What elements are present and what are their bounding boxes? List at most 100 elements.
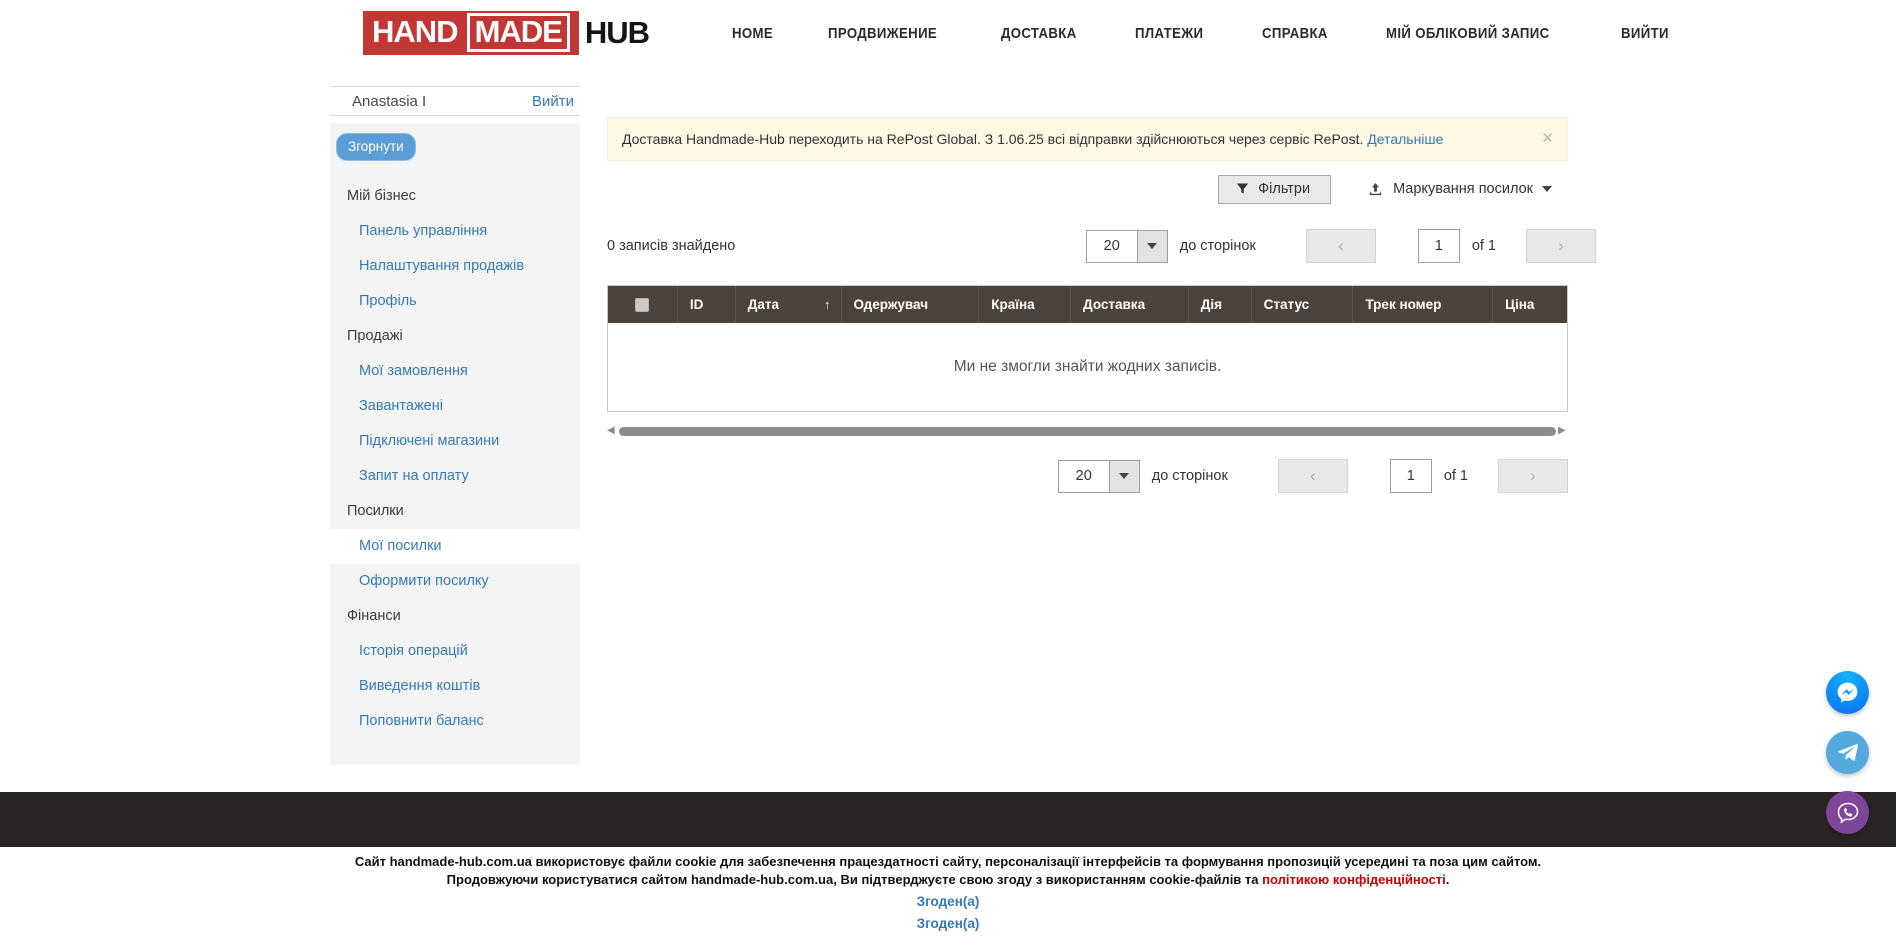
column-header-recipient[interactable]: Одержувач	[842, 286, 980, 323]
agree-link-1[interactable]: Згоден(а)	[0, 892, 1896, 911]
banner-details-link[interactable]: Детальніше	[1367, 131, 1443, 147]
cookie-footer: Сайт handmade-hub.com.ua використовує фа…	[0, 853, 1896, 933]
section-sales: Продажі	[330, 319, 580, 354]
column-header-id[interactable]: ID	[678, 286, 736, 323]
viber-button[interactable]	[1826, 791, 1869, 834]
column-label: Одержувач	[854, 297, 929, 312]
column-label: Доставка	[1083, 297, 1145, 312]
sidebar-item-connected-stores[interactable]: Підключені магазини	[330, 424, 580, 459]
per-page-select[interactable]: 20	[1086, 230, 1168, 263]
banner-text: Доставка Handmade-Hub переходить на RePo…	[622, 131, 1367, 147]
per-page-label: до сторінок	[1152, 468, 1228, 484]
sort-asc-icon[interactable]: ↑	[824, 297, 831, 312]
sidebar-item-sales-settings[interactable]: Налаштування продажів	[330, 249, 580, 284]
agree-link-2[interactable]: Згоден(а)	[0, 914, 1896, 933]
sidebar: Anastasia I Вийти Згорнути Мій бізнес Па…	[330, 86, 580, 765]
per-page-label: до сторінок	[1180, 238, 1256, 254]
logo-hand: HAND	[372, 14, 458, 50]
close-icon[interactable]: ×	[1542, 128, 1553, 150]
column-header-price[interactable]: Ціна	[1493, 286, 1567, 323]
user-row: Anastasia I Вийти	[330, 86, 580, 116]
viber-icon	[1835, 800, 1861, 826]
horizontal-scrollbar: ◀ ▶	[607, 425, 1568, 437]
next-page-button[interactable]: ›	[1498, 459, 1568, 493]
page-number-input[interactable]	[1418, 229, 1460, 263]
sidebar-item-top-up-balance[interactable]: Поповнити баланс	[330, 704, 580, 739]
prev-page-button[interactable]: ‹	[1278, 459, 1348, 493]
select-arrow-button[interactable]	[1109, 461, 1139, 492]
nav-home[interactable]: HOME	[732, 25, 773, 42]
chevron-right-icon: ›	[1530, 466, 1536, 486]
sidebar-item-withdraw-funds[interactable]: Виведення коштів	[330, 669, 580, 704]
chevron-down-icon	[1147, 243, 1157, 249]
next-page-button[interactable]: ›	[1526, 229, 1596, 263]
sidebar-menu: Мій бізнес Панель управління Налаштуванн…	[330, 179, 580, 739]
telegram-button[interactable]	[1826, 731, 1869, 774]
column-header-track-number[interactable]: Трек номер	[1353, 286, 1493, 323]
marking-dropdown[interactable]: Маркування посилок	[1367, 181, 1552, 198]
parcels-table: ID Дата ↑ Одержувач Країна Доставка Дія …	[607, 285, 1568, 412]
chevron-left-icon: ‹	[1310, 466, 1316, 486]
chevron-left-icon: ‹	[1338, 236, 1344, 256]
scroll-right-icon[interactable]: ▶	[1558, 426, 1568, 436]
username: Anastasia I	[352, 93, 426, 110]
page-number-input[interactable]	[1390, 459, 1432, 493]
section-parcels: Посилки	[330, 494, 580, 529]
privacy-policy-link[interactable]: політикою конфіденційності	[1262, 872, 1446, 887]
filters-button-label: Фільтри	[1258, 181, 1310, 197]
sidebar-item-my-parcels[interactable]: Мої посилки	[330, 529, 580, 564]
nav-payments[interactable]: ПЛАТЕЖИ	[1135, 25, 1203, 42]
page: HAND MADE HUB HOME ПРОДВИЖЕНИЕ ДОСТАВКА …	[0, 0, 1896, 937]
sidebar-item-create-parcel[interactable]: Оформити посилку	[330, 564, 580, 599]
chevron-right-icon: ›	[1558, 236, 1564, 256]
scrollbar-track[interactable]	[619, 427, 1556, 436]
cookie-line2-period: .	[1446, 872, 1450, 887]
nav-logout[interactable]: ВИЙТИ	[1621, 25, 1669, 42]
select-all-checkbox[interactable]	[635, 298, 649, 312]
column-header-date[interactable]: Дата ↑	[736, 286, 842, 323]
column-header-delivery[interactable]: Доставка	[1071, 286, 1189, 323]
prev-page-button[interactable]: ‹	[1306, 229, 1376, 263]
filters-button[interactable]: Фільтри	[1218, 175, 1331, 204]
footer-dark-band	[0, 792, 1896, 847]
top-header: HAND MADE HUB HOME ПРОДВИЖЕНИЕ ДОСТАВКА …	[0, 0, 1896, 66]
logo-made: MADE	[467, 13, 570, 52]
chevron-down-icon	[1119, 473, 1129, 479]
column-header-status[interactable]: Статус	[1252, 286, 1354, 323]
page-of-label: of 1	[1472, 238, 1496, 254]
table-header-checkbox-cell	[608, 286, 678, 323]
nav-my-account[interactable]: МІЙ ОБЛІКОВИЙ ЗАПИС	[1386, 25, 1550, 42]
column-header-action[interactable]: Дія	[1189, 286, 1252, 323]
empty-table-message: Ми не змогли знайти жодних записів.	[954, 358, 1222, 376]
column-header-country[interactable]: Країна	[979, 286, 1071, 323]
sidebar-item-profile[interactable]: Профіль	[330, 284, 580, 319]
collapse-button[interactable]: Згорнути	[336, 133, 416, 161]
per-page-select[interactable]: 20	[1058, 460, 1140, 493]
column-label: Трек номер	[1365, 297, 1441, 312]
pagination-bottom: 20 до сторінок ‹ of 1 ›	[607, 459, 1568, 493]
nav-promotion[interactable]: ПРОДВИЖЕНИЕ	[828, 25, 937, 42]
scrollbar-thumb[interactable]	[619, 427, 1556, 436]
messenger-icon	[1835, 680, 1860, 705]
table-empty-body: Ми не змогли знайти жодних записів.	[608, 323, 1567, 411]
messenger-button[interactable]	[1826, 671, 1869, 714]
sidebar-item-uploaded[interactable]: Завантажені	[330, 389, 580, 424]
cookie-text-line1: Сайт handmade-hub.com.ua використовує фа…	[0, 853, 1896, 871]
column-label: ID	[690, 297, 704, 312]
page-of-label: of 1	[1444, 468, 1468, 484]
sidebar-item-my-orders[interactable]: Мої замовлення	[330, 354, 580, 389]
cookie-text-line2: Продовжуючи користуватися сайтом handmad…	[0, 871, 1896, 889]
nav-help[interactable]: СПРАВКА	[1262, 25, 1328, 42]
brand-logo[interactable]: HAND MADE HUB	[363, 11, 649, 55]
sidebar-item-payment-request[interactable]: Запит на оплату	[330, 459, 580, 494]
sidebar-item-dashboard[interactable]: Панель управління	[330, 214, 580, 249]
sidebar-logout-link[interactable]: Вийти	[532, 93, 574, 110]
sidebar-item-transaction-history[interactable]: Історія операцій	[330, 634, 580, 669]
nav-delivery[interactable]: ДОСТАВКА	[1001, 25, 1077, 42]
main-content: Доставка Handmade-Hub переходить на RePo…	[607, 117, 1568, 493]
column-label: Країна	[991, 297, 1034, 312]
social-floating-buttons	[1826, 671, 1869, 834]
select-arrow-button[interactable]	[1137, 231, 1167, 262]
sidebar-panel: Згорнути Мій бізнес Панель управління На…	[330, 123, 580, 765]
scroll-left-icon[interactable]: ◀	[607, 426, 617, 436]
